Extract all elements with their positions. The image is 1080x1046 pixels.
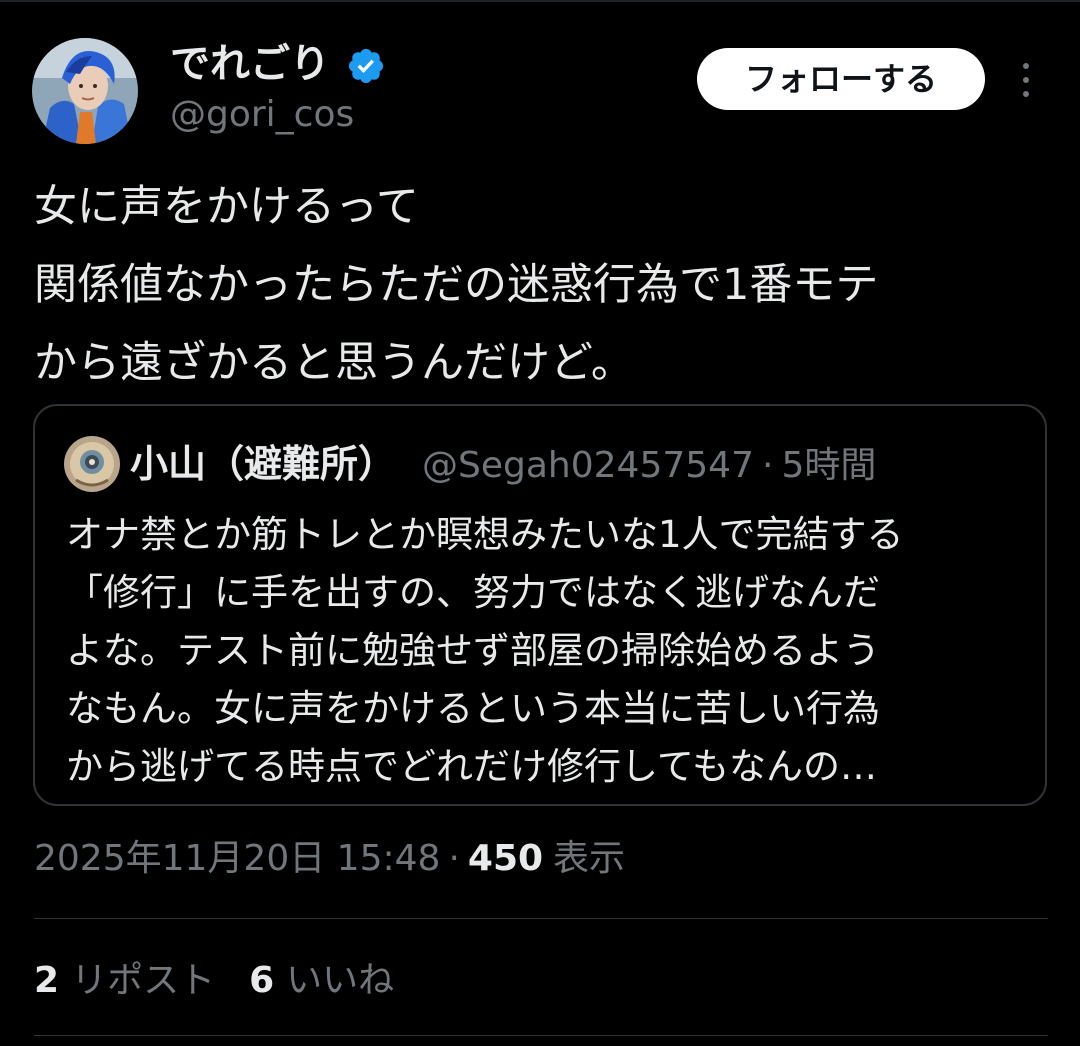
author-handle[interactable]: @gori_cos [170,92,354,138]
more-vertical-icon [1023,63,1029,97]
tweet-text-line: から遠ざかると思うんだけど。 [34,338,634,388]
quote-author-avatar[interactable] [64,436,120,492]
quote-timestamp[interactable]: 5時間 [781,440,876,492]
quote-text-line: 「修行」に手を出すの、努力ではなく逃げなんだ [66,571,880,614]
author-name[interactable]: でれごり [170,38,330,90]
view-label[interactable]: 表示 [553,834,625,884]
quote-avatar-image [64,436,120,492]
follow-button[interactable]: フォローする [697,48,985,110]
verified-badge-icon [346,46,386,86]
view-count[interactable]: 450 [468,834,543,884]
engagement-stats: 2 リポスト 6 いいね [34,954,394,1008]
quote-text-line: オナ禁とか筋トレとか瞑想みたいな1人で完結する [66,513,904,556]
like-count[interactable]: 6 [249,954,274,1008]
divider [34,918,1048,919]
tweet-timestamp[interactable]: 2025年11月20日 15:48 [34,834,440,884]
tweet-meta: 2025年11月20日 15:48 · 450 表示 [34,834,625,884]
author-avatar-image [32,38,138,144]
meta-separator: · [448,838,460,879]
quote-author-name[interactable]: 小山（避難所） [130,438,396,490]
tweet-text-line: 女に声をかけるって [34,182,419,232]
divider [34,1035,1048,1036]
tweet-text-line: 関係値なかったらただの迷惑行為で1番モテ [34,260,879,310]
like-label[interactable]: いいね [286,954,394,1008]
tweet-text: 女に声をかけるって 関係値なかったらただの迷惑行為で1番モテ から遠ざかると思う… [34,168,1044,402]
quote-text-line: から逃げてる時点でどれだけ修行してもなんの… [66,745,878,788]
top-border [0,0,1080,2]
quote-author-handle[interactable]: @Segah02457547 [422,440,754,492]
repost-count[interactable]: 2 [34,954,59,1008]
quote-text-line: なもん。女に声をかけるという本当に苦しい行為 [66,687,880,730]
author-avatar[interactable] [32,38,138,144]
repost-label[interactable]: リポスト [71,954,215,1008]
quote-separator: · [761,445,774,486]
more-options-button[interactable] [1008,58,1044,102]
quote-header: 小山（避難所） @Segah02457547 · 5時間 [130,438,876,490]
quote-text-line: よな。テスト前に勉強せず部屋の掃除始めるよう [66,629,880,672]
quote-text: オナ禁とか筋トレとか瞑想みたいな1人で完結する 「修行」に手を出すの、努力ではな… [66,506,1026,796]
